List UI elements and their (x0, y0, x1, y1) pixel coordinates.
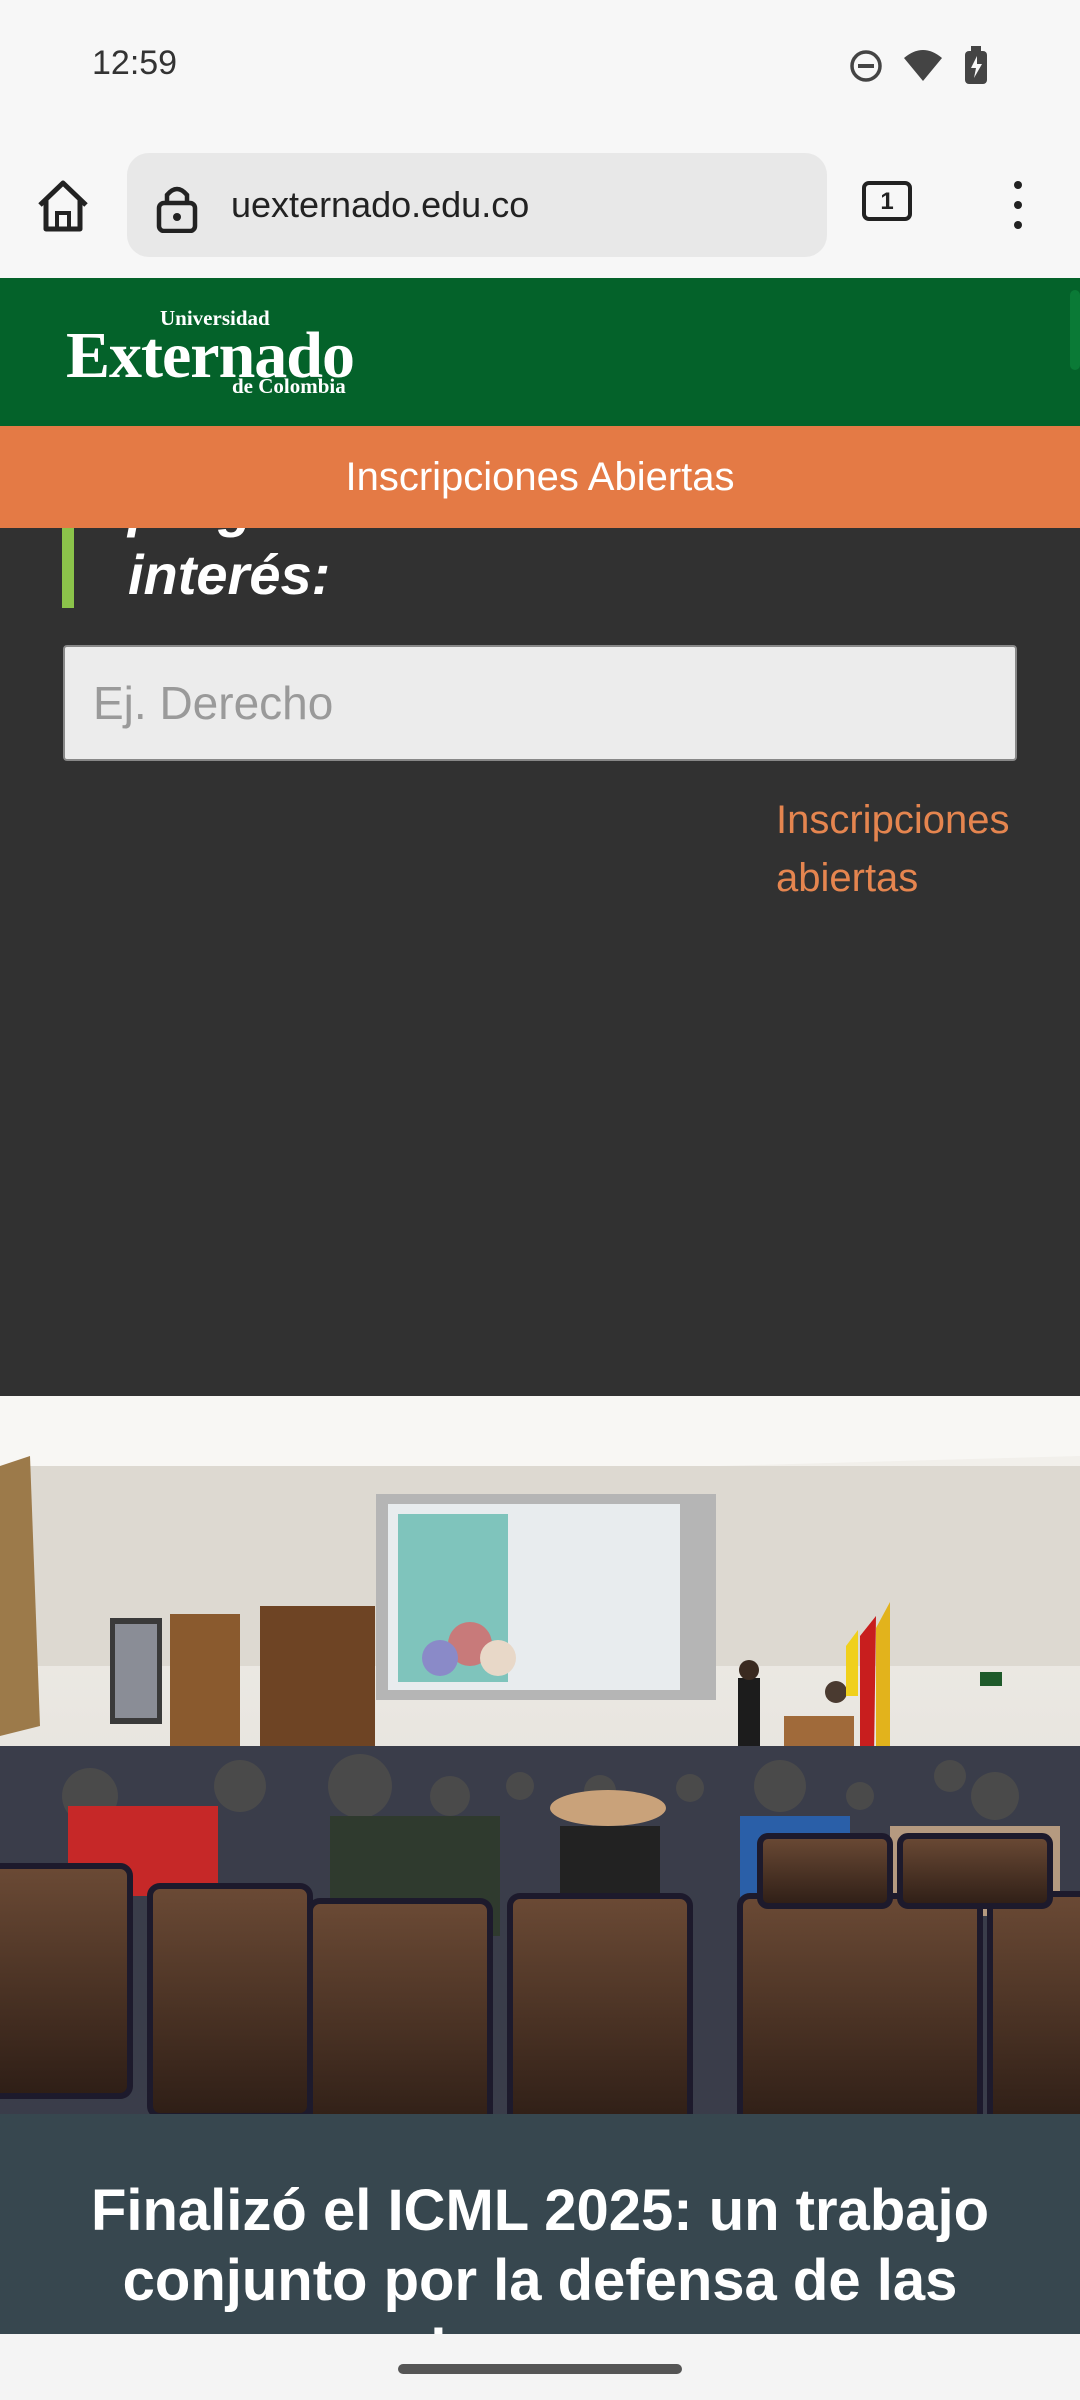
browser-toolbar: uexternado.edu.co 1 (0, 135, 1080, 278)
scroll-indicator (1070, 290, 1080, 370)
registration-link[interactable]: Inscripciones abiertas (776, 791, 1046, 907)
news-hero-image[interactable] (0, 1396, 1080, 2114)
site-header: Universidad Externado de Colombia (0, 278, 1080, 426)
battery-charging-icon (965, 46, 987, 84)
status-bar: 12:59 (0, 0, 1080, 135)
address-bar[interactable]: uexternado.edu.co (127, 153, 827, 257)
program-search-section: programa de interés: Inscripciones abier… (0, 528, 1080, 1396)
status-time: 12:59 (92, 44, 178, 82)
heading-partial: programa de (128, 528, 467, 539)
registration-banner[interactable]: Inscripciones Abiertas (0, 426, 1080, 528)
lock-icon (156, 186, 198, 233)
wifi-icon (904, 50, 942, 81)
url-text: uexternado.edu.co (231, 184, 530, 225)
section-heading: interés: (128, 543, 331, 606)
home-icon[interactable] (32, 175, 94, 237)
do-not-disturb-icon (850, 50, 882, 82)
heading-accent (62, 528, 74, 608)
news-caption[interactable]: Finalizó el ICML 2025: un trabajo conjun… (0, 2114, 1080, 2334)
logo-bottom-text: de Colombia (232, 374, 346, 398)
auditorium-photo (0, 1396, 1080, 2114)
tabs-icon: 1 (862, 181, 912, 221)
program-search-input[interactable] (63, 645, 1017, 761)
news-title[interactable]: Finalizó el ICML 2025: un trabajo conjun… (40, 2176, 1040, 2334)
overflow-menu-icon[interactable] (1000, 175, 1036, 235)
tabs-button[interactable]: 1 (862, 181, 918, 227)
gesture-handle[interactable] (398, 2364, 682, 2374)
system-navigation-bar (0, 2334, 1080, 2400)
